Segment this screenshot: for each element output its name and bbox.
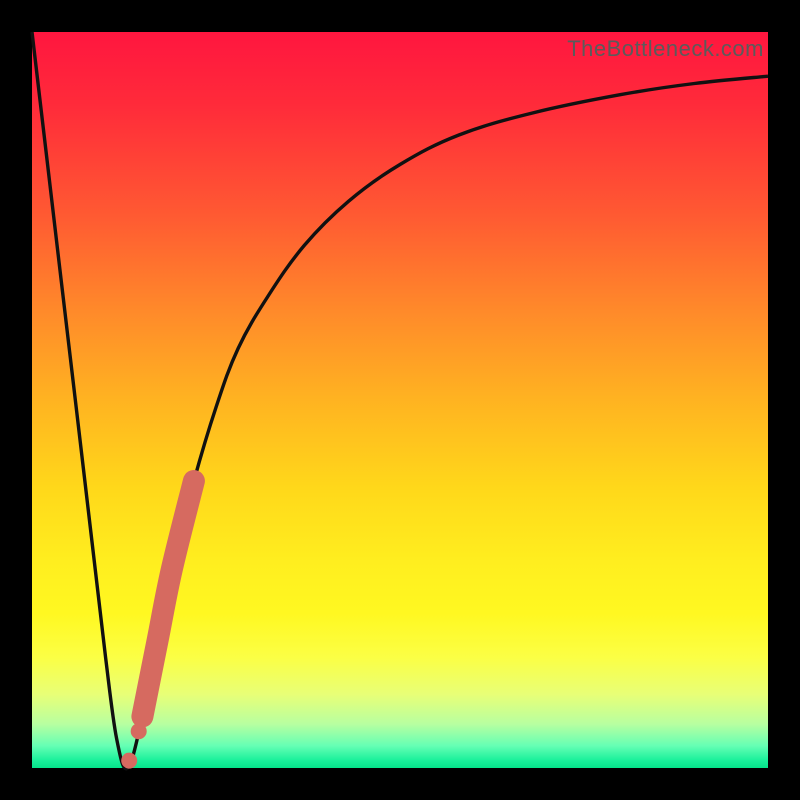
highlight-dot [121, 753, 137, 769]
plot-area: TheBottleneck.com [32, 32, 768, 768]
bottleneck-curve [32, 32, 768, 769]
curve-layer [32, 32, 768, 768]
chart-container: TheBottleneck.com [0, 0, 800, 800]
highlight-dot [140, 679, 156, 695]
highlight-dot [131, 723, 147, 739]
